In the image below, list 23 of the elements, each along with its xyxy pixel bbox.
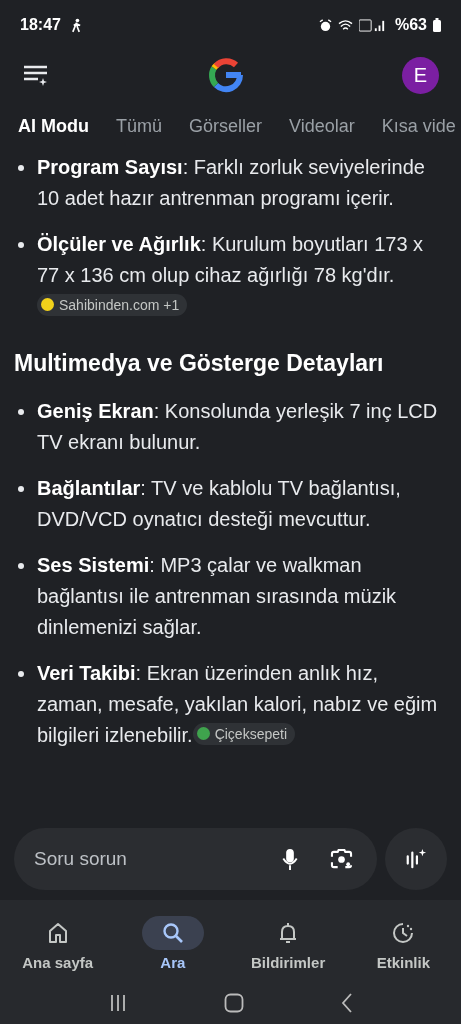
section-heading: Multimedya ve Gösterge Detayları bbox=[14, 349, 385, 378]
nav-tab[interactable]: Bildirimler bbox=[233, 915, 344, 971]
bullet-text: Geniş Ekran: Konsolunda yerleşik 7 inç LCD TV ekranı bulunur. bbox=[37, 399, 439, 455]
bullet-text: Ölçüler ve Ağırlık: Kurulum boyutları 173 x 77 x 136 cm olup cihaz ağırlığı 78 kg'dır. Sahibinden.com +1 bbox=[37, 229, 447, 322]
search-tab[interactable]: Videolar bbox=[289, 115, 355, 137]
source-chip[interactable]: Sahibinden.com +1 bbox=[37, 293, 188, 316]
search-field[interactable]: Soru sorun bbox=[32, 847, 250, 871]
search-bar[interactable]: Soru sorun bbox=[14, 828, 377, 890]
status-time: 18:47 bbox=[20, 16, 61, 34]
bullet-text: Program Sayısı: Farklı zorluk seviyelerinde 10 adet hazır antrenman programı içerir. bbox=[37, 155, 426, 211]
bullet-text: Veri Takibi: Ekran üzerinden anlık hız, zaman, mesafe, yakılan kalori, nabız ve eğim bilgileri izlenebilir. Çiçeksepeti bbox=[37, 661, 439, 748]
source-chip[interactable]: Çiçeksepeti bbox=[192, 722, 295, 745]
search-tab[interactable]: Görseller bbox=[189, 115, 263, 137]
battery-level: %63 bbox=[394, 16, 427, 34]
nav-tab[interactable]: Etkinlik bbox=[348, 915, 459, 971]
search-tab[interactable]: Tümü bbox=[116, 115, 162, 137]
bullet-text: Ses Sistemi: MP3 çalar ve walkman bağlantısı ile antrenman sırasında müzik dinlemenizi sağlar. bbox=[37, 553, 398, 640]
search-tab[interactable]: AI Modu bbox=[18, 115, 89, 137]
nav-tab[interactable]: Ana sayfa bbox=[2, 915, 113, 971]
nav-tab[interactable]: Ara bbox=[117, 915, 228, 971]
account-avatar[interactable]: E bbox=[402, 56, 439, 94]
search-tab[interactable]: Kısa vide bbox=[381, 115, 456, 137]
bullet-text: Bağlantılar: TV ve kablolu TV bağlantısı, DVD/VCD oynatıcı desteği mevcuttur. bbox=[37, 476, 402, 532]
